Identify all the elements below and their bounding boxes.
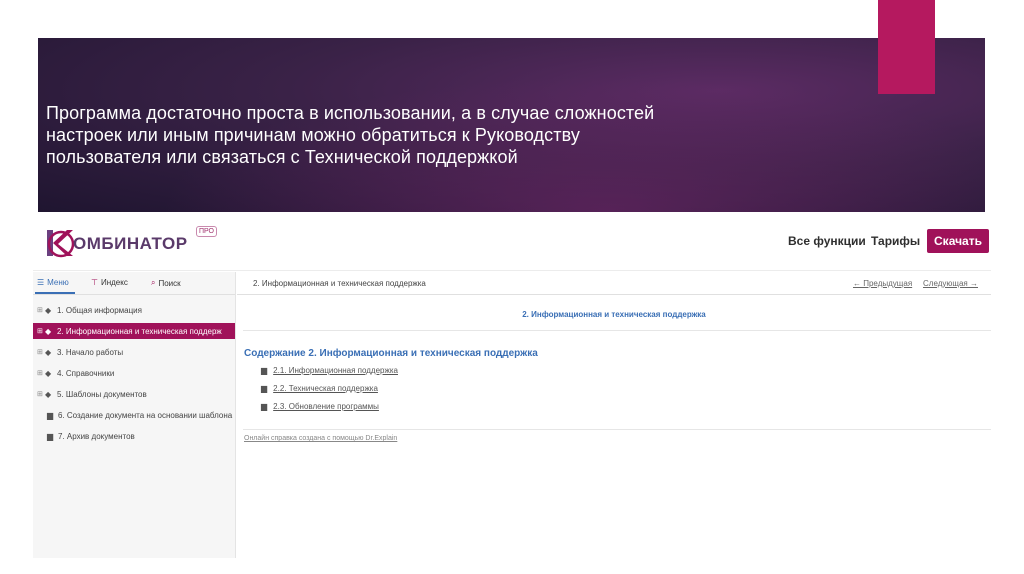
expand-icon[interactable]: ⊞ bbox=[37, 369, 45, 377]
contents-link-info-support[interactable]: ▆ 2.1. Информационная поддержка bbox=[261, 366, 398, 375]
breadcrumb: 2. Информационная и техническая поддержк… bbox=[253, 279, 426, 288]
logo-text: ОМБИНАТОР bbox=[73, 234, 188, 253]
tab-menu[interactable]: ☰ Меню bbox=[37, 278, 69, 287]
sidebar-item-label: 6. Создание документа на основании шабло… bbox=[58, 410, 233, 420]
logo-pro-badge: ПРО bbox=[196, 226, 217, 237]
slide-title-line-3: пользователя или связаться с Технической… bbox=[46, 147, 518, 167]
tab-index-label: Индекс bbox=[100, 278, 128, 287]
previous-link[interactable]: ← Предыдущая bbox=[853, 279, 912, 288]
sidebar-item-create-from-template[interactable]: ▆ 6. Создание документа на основании шаб… bbox=[33, 407, 235, 423]
contents-link-tech-support[interactable]: ▆ 2.2. Техническая поддержка bbox=[261, 384, 378, 393]
book-icon: ◆ bbox=[45, 347, 52, 357]
sidebar-item-references[interactable]: ⊞ ◆ 4. Справочники bbox=[33, 365, 235, 381]
contents-link-updates[interactable]: ▆ 2.3. Обновление программы bbox=[261, 402, 379, 411]
sidebar-item-general-info[interactable]: ⊞ ◆ 1. Общая информация bbox=[33, 302, 235, 318]
sidebar-item-label: 7. Архив документов bbox=[58, 431, 135, 441]
tab-menu-underline bbox=[35, 292, 75, 294]
contents-title: Содержание 2. Информационная и техническ… bbox=[244, 348, 538, 359]
book-icon: ◆ bbox=[45, 326, 52, 336]
sidebar-item-label: 2. Информационная и техническая поддерж bbox=[57, 326, 222, 336]
tab-search[interactable]: ⌕ Поиск bbox=[151, 278, 181, 288]
sidebar-item-getting-started[interactable]: ⊞ ◆ 3. Начало работы bbox=[33, 344, 235, 360]
document-icon: ▆ bbox=[261, 366, 268, 375]
next-link[interactable]: Следующая → bbox=[923, 279, 978, 288]
sidebar-item-templates[interactable]: ⊞ ◆ 5. Шаблоны документов bbox=[33, 386, 235, 402]
divider bbox=[243, 429, 991, 430]
download-button[interactable]: Скачать bbox=[927, 229, 989, 253]
expand-icon[interactable]: ⊞ bbox=[37, 306, 45, 314]
help-sidebar: ☰ Меню ⊤ Индекс ⌕ Поиск ⊞ ◆ 1. Общая инф… bbox=[33, 272, 236, 558]
sidebar-item-label: 4. Справочники bbox=[57, 368, 115, 378]
book-icon: ◆ bbox=[45, 305, 52, 315]
contents-link-label: 2.3. Обновление программы bbox=[273, 402, 379, 411]
kombinator-logo[interactable]: ОМБИНАТОР ПРО bbox=[43, 226, 217, 264]
divider bbox=[243, 330, 991, 331]
page-title: 2. Информационная и техническая поддержк… bbox=[522, 310, 706, 319]
slide-title-line-2: настроек или иным причинам можно обратит… bbox=[46, 125, 580, 145]
sidebar-item-label: 1. Общая информация bbox=[57, 305, 142, 315]
accent-bar bbox=[878, 0, 935, 94]
nav-tariffs[interactable]: Тарифы bbox=[871, 234, 920, 248]
contents-link-label: 2.1. Информационная поддержка bbox=[273, 366, 398, 375]
help-content: 2. Информационная и техническая поддержк… bbox=[237, 272, 991, 558]
contents-link-label: 2.2. Техническая поддержка bbox=[273, 384, 378, 393]
expand-icon[interactable]: ⊞ bbox=[37, 348, 45, 356]
slide-title: Программа достаточно проста в использова… bbox=[46, 102, 806, 168]
content-toolbar: 2. Информационная и техническая поддержк… bbox=[237, 272, 991, 295]
sidebar-item-label: 5. Шаблоны документов bbox=[57, 389, 147, 399]
index-icon: ⊤ bbox=[91, 278, 98, 287]
logo-k-icon bbox=[47, 230, 75, 258]
book-icon: ◆ bbox=[45, 368, 52, 378]
sidebar-item-archive[interactable]: ▆ 7. Архив документов bbox=[33, 428, 235, 444]
sidebar-item-support[interactable]: ⊞ ◆ 2. Информационная и техническая подд… bbox=[33, 323, 235, 339]
document-icon: ▆ bbox=[47, 431, 54, 441]
tab-menu-label: Меню bbox=[47, 278, 69, 287]
document-icon: ▆ bbox=[261, 402, 268, 411]
site-header: ОМБИНАТОР ПРО Все функции Тарифы Скачать bbox=[33, 214, 991, 271]
website-screenshot: ОМБИНАТОР ПРО Все функции Тарифы Скачать… bbox=[33, 214, 991, 558]
list-icon: ☰ bbox=[37, 278, 45, 287]
expand-icon[interactable]: ⊞ bbox=[37, 327, 45, 335]
document-icon: ▆ bbox=[261, 384, 268, 393]
tab-index[interactable]: ⊤ Индекс bbox=[91, 278, 128, 287]
sidebar-tabs: ☰ Меню ⊤ Индекс ⌕ Поиск bbox=[33, 272, 235, 295]
expand-icon[interactable]: ⊞ bbox=[37, 390, 45, 398]
search-icon: ⌕ bbox=[151, 278, 156, 287]
footer-credit-link[interactable]: Онлайн справка создана с помощью Dr.Expl… bbox=[244, 435, 397, 442]
nav-all-functions[interactable]: Все функции bbox=[788, 234, 866, 248]
tab-search-label: Поиск bbox=[158, 278, 181, 288]
sidebar-item-label: 3. Начало работы bbox=[57, 347, 124, 357]
document-icon: ▆ bbox=[47, 410, 54, 420]
book-icon: ◆ bbox=[45, 389, 52, 399]
slide-title-line-1: Программа достаточно проста в использова… bbox=[46, 103, 655, 123]
